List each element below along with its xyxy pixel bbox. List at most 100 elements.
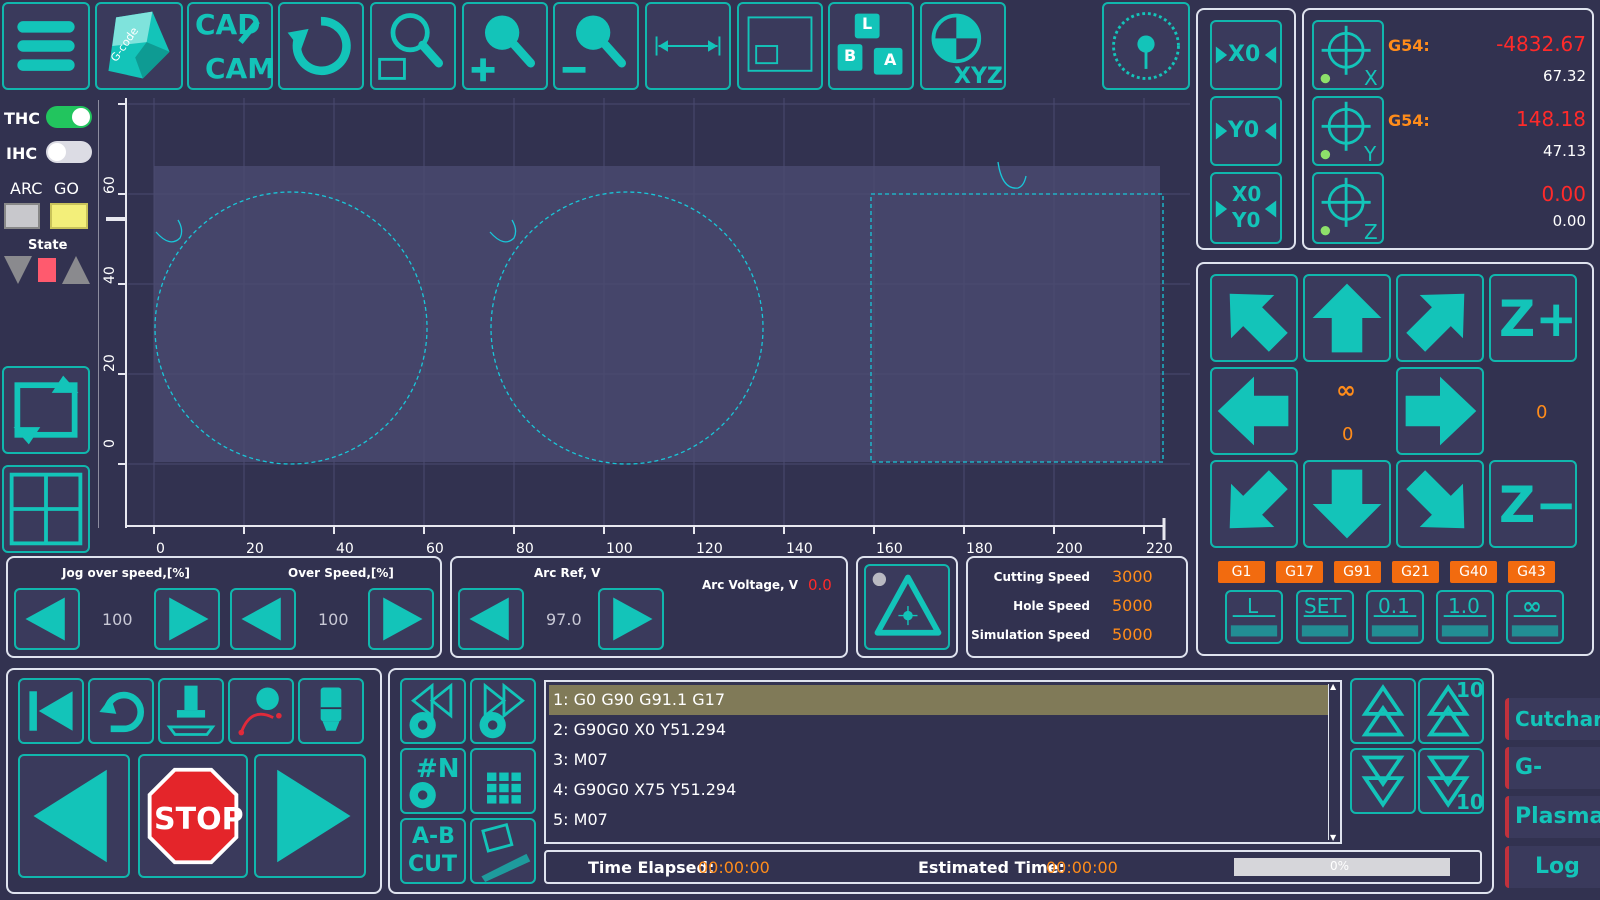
scroll-down-one-button[interactable]	[1350, 748, 1416, 814]
jog-down-left-button[interactable]	[1210, 460, 1298, 548]
stop-label: STOP	[154, 802, 244, 837]
over-speed-increase-button[interactable]	[368, 588, 434, 650]
torch-button[interactable]	[298, 678, 364, 744]
ab-cut-top-label: A-B	[412, 824, 455, 849]
triangle-right-icon	[169, 597, 209, 641]
arrow-up-right-icon	[1406, 293, 1465, 352]
arc-indicator	[4, 203, 40, 229]
refresh-button[interactable]	[278, 2, 364, 90]
keyboard-button[interactable]: L B A	[828, 2, 914, 90]
zero-x-button[interactable]: X0	[1210, 20, 1282, 90]
step-0-1-button[interactable]: 0.1	[1366, 590, 1424, 644]
ihc-toggle[interactable]	[46, 141, 92, 163]
jog-up-right-button[interactable]	[1396, 274, 1484, 362]
y-tick-label: 0	[102, 439, 118, 448]
zero-xy-button[interactable]: X0 Y0	[1210, 172, 1282, 244]
grid-view-button[interactable]	[2, 465, 90, 553]
dro-z-work-value: 0.00	[1541, 182, 1586, 206]
torch-icon	[320, 687, 342, 731]
align-sheet-button[interactable]	[470, 818, 536, 884]
zoom-in-button[interactable]	[462, 2, 548, 90]
tab-gcode[interactable]: G-code	[1505, 747, 1600, 822]
gcode-scrollbar[interactable]: ▲ ▼	[1328, 682, 1338, 842]
x-tick-label: 20	[246, 541, 264, 557]
set-y-button[interactable]: Y	[1312, 96, 1384, 166]
arrow-down-icon	[1312, 469, 1382, 539]
next-line-button[interactable]	[470, 678, 536, 744]
gcode-line[interactable]: 2: G90G0 X0 Y51.294	[549, 715, 1329, 745]
key-b-label: B	[844, 46, 857, 65]
scroll-up-ten-button[interactable]: 10	[1418, 678, 1484, 744]
cad-cam-button[interactable]: CAD CAM	[187, 2, 275, 90]
gcode-modal-badge: G17	[1276, 561, 1323, 583]
stop-button[interactable]: STOP	[138, 754, 248, 878]
path-resume-button[interactable]	[228, 678, 294, 744]
arc-ref-increase-button[interactable]	[598, 588, 664, 650]
thc-toggle[interactable]	[46, 106, 92, 128]
triangle-left-icon	[241, 597, 281, 641]
step-back-button[interactable]	[18, 754, 130, 878]
jog-up-button[interactable]	[1303, 274, 1391, 362]
jog-up-left-button[interactable]	[1210, 274, 1298, 362]
jog-z-minus-button[interactable]: Z−	[1489, 460, 1577, 548]
gcode-line[interactable]: 4: G90G0 X75 Y51.294	[549, 775, 1329, 805]
rewind-button[interactable]	[18, 678, 84, 744]
ab-cut-button[interactable]: A-B CUT	[400, 818, 466, 884]
gcode-file-button[interactable]: G-code	[95, 2, 183, 90]
zoom-window-button[interactable]	[370, 2, 456, 90]
jog-speed-decrease-button[interactable]	[14, 588, 80, 650]
gcode-line[interactable]: 3: M07	[549, 745, 1329, 775]
step-forward-button[interactable]	[254, 754, 366, 878]
rotate-view-button[interactable]	[2, 366, 90, 454]
tab-plasma[interactable]: Plasma	[1505, 796, 1600, 838]
step-infinity-button[interactable]: ∞	[1506, 590, 1564, 644]
jog-z-plus-button[interactable]: Z+	[1489, 274, 1577, 362]
z-plus-label: Z+	[1499, 290, 1578, 348]
gcode-modal-badge: G1	[1218, 561, 1265, 583]
scroll-up-icon[interactable]: ▲	[1330, 682, 1336, 691]
zero-y-button[interactable]: Y0	[1210, 96, 1282, 166]
zero-y-label: Y0	[1228, 118, 1260, 143]
gcode-line[interactable]: 6: G90G0 X160 Y60 Y51	[549, 835, 1329, 842]
jog-down-button[interactable]	[1303, 460, 1391, 548]
prev-line-button[interactable]	[400, 678, 466, 744]
dro-y-machine-value: 47.13	[1543, 142, 1586, 160]
probe-button[interactable]	[1102, 2, 1190, 90]
scroll-up-one-button[interactable]	[1350, 678, 1416, 744]
step-l-button[interactable]: L	[1225, 590, 1283, 644]
toolpath-canvas[interactable]	[98, 98, 1190, 558]
torch-home-button[interactable]	[158, 678, 224, 744]
zoom-out-button[interactable]	[553, 2, 639, 90]
grid-dots-icon	[487, 772, 521, 804]
measure-button[interactable]	[645, 2, 731, 90]
jog-right-button[interactable]	[1396, 367, 1484, 455]
step-1-0-button[interactable]: 1.0	[1436, 590, 1494, 644]
set-x-button[interactable]: X	[1312, 20, 1384, 90]
line-number-label: #N	[416, 754, 460, 784]
set-z-button[interactable]: Z	[1312, 172, 1384, 244]
xyz-button[interactable]: XYZ	[920, 2, 1006, 90]
torch-test-button[interactable]	[864, 564, 950, 650]
gcode-line[interactable]: 5: M07	[549, 805, 1329, 835]
menu-button[interactable]	[2, 2, 90, 90]
scroll-down-icon[interactable]: ▼	[1330, 833, 1336, 842]
go-to-line-button[interactable]: #N	[400, 748, 466, 814]
jog-speed-increase-button[interactable]	[154, 588, 220, 650]
array-button[interactable]	[470, 748, 536, 814]
gcode-listing[interactable]: 1: G0 G90 G91.1 G17 2: G90G0 X0 Y51.294 …	[544, 680, 1342, 844]
scroll-down-ten-button[interactable]: 10	[1418, 748, 1484, 814]
step-set-button[interactable]: SET	[1296, 590, 1354, 644]
return-button[interactable]	[88, 678, 154, 744]
gcode-modal-badge: G40	[1450, 561, 1497, 583]
over-speed-decrease-button[interactable]	[230, 588, 296, 650]
tab-log[interactable]: Log	[1505, 846, 1600, 888]
gcode-line-selected[interactable]: 1: G0 G90 G91.1 G17	[549, 685, 1329, 715]
jog-left-button[interactable]	[1210, 367, 1298, 455]
jog-down-right-button[interactable]	[1396, 460, 1484, 548]
triangle-left-icon	[469, 597, 509, 641]
tab-cutchart[interactable]: Cutchart	[1505, 698, 1600, 740]
path-resume-icon	[238, 687, 282, 736]
boundary-button[interactable]	[737, 2, 823, 90]
arc-ref-decrease-button[interactable]	[458, 588, 524, 650]
x-tick-label: 60	[426, 541, 444, 557]
